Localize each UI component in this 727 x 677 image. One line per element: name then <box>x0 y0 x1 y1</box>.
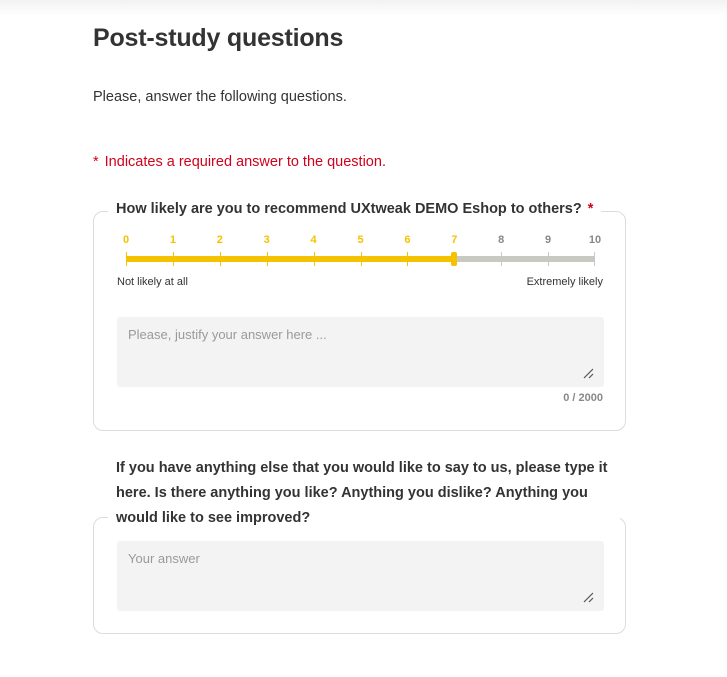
scale-value-1[interactable]: 1 <box>170 234 176 246</box>
scale-value-10[interactable]: 10 <box>589 234 601 246</box>
top-bar-shadow <box>0 0 727 16</box>
scale-value-5[interactable]: 5 <box>357 234 363 246</box>
character-counter: 0 / 2000 <box>563 392 603 404</box>
scale-value-6[interactable]: 6 <box>404 234 410 246</box>
page-title: Post-study questions <box>93 24 344 52</box>
scale-tick <box>266 252 268 266</box>
rating-slider-handle[interactable] <box>451 252 458 266</box>
scale-tick <box>126 252 127 266</box>
scale-max-label: Extremely likely <box>526 276 603 288</box>
scale-tick <box>172 252 174 266</box>
question-nps-label: How likely are you to recommend UXtweak … <box>108 201 602 217</box>
justification-placeholder: Please, justify your answer here ... <box>128 327 327 342</box>
required-note: * Indicates a required answer to the ques… <box>93 154 386 170</box>
question-nps-card: How likely are you to recommend UXtweak … <box>93 201 626 431</box>
scale-tick <box>407 252 409 266</box>
scale-tick <box>219 252 221 266</box>
scale-value-8[interactable]: 8 <box>498 234 504 246</box>
resize-handle-icon[interactable] <box>582 591 594 603</box>
scale-value-9[interactable]: 9 <box>545 234 551 246</box>
scale-value-3[interactable]: 3 <box>264 234 270 246</box>
scale-tick <box>360 252 362 266</box>
scale-tick <box>313 252 315 266</box>
rating-scale-labels: 0 1 2 3 4 5 6 7 8 9 10 <box>94 234 625 248</box>
scale-value-2[interactable]: 2 <box>217 234 223 246</box>
scale-tick <box>501 252 503 266</box>
question-feedback-card: If you have anything else that you would… <box>93 456 626 634</box>
scale-tick <box>594 252 595 266</box>
required-star: * <box>587 201 594 217</box>
scale-value-4[interactable]: 4 <box>311 234 317 246</box>
required-star: * <box>93 154 99 170</box>
question-nps-text: How likely are you to recommend UXtweak … <box>116 201 582 217</box>
resize-handle-icon[interactable] <box>582 367 594 379</box>
feedback-placeholder: Your answer <box>128 551 200 566</box>
scale-tick <box>548 252 550 266</box>
intro-text: Please, answer the following questions. <box>93 89 347 105</box>
question-feedback-label: If you have anything else that you would… <box>108 456 620 531</box>
scale-value-7[interactable]: 7 <box>451 234 457 246</box>
rating-slider-fill <box>126 256 455 262</box>
required-note-text: Indicates a required answer to the quest… <box>104 154 386 170</box>
justification-textarea[interactable]: Please, justify your answer here ... <box>117 317 604 387</box>
feedback-textarea[interactable]: Your answer <box>117 541 604 611</box>
scale-min-label: Not likely at all <box>117 276 188 288</box>
scale-value-0[interactable]: 0 <box>123 234 129 246</box>
